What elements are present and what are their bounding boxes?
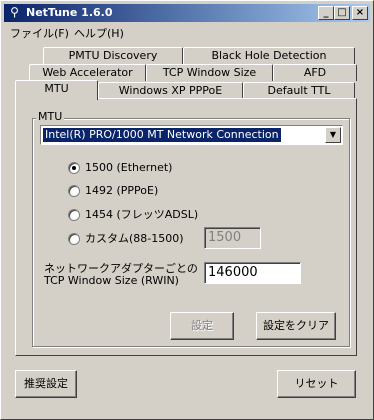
minimize-button[interactable]: _ (318, 6, 334, 20)
adapter-select[interactable]: Intel(R) PRO/1000 MT Network Connection … (40, 125, 343, 145)
menu-help[interactable]: ヘルプ(H) (74, 25, 124, 41)
adapter-selected-value: Intel(R) PRO/1000 MT Network Connection (43, 128, 281, 142)
radio-button[interactable] (68, 209, 80, 221)
mtu-group-label: MTU (36, 110, 65, 123)
tab-pmtu-discovery[interactable]: PMTU Discovery (43, 47, 183, 64)
tab-default-ttl[interactable]: Default TTL (243, 82, 355, 99)
custom-mtu-field[interactable]: 1500 (204, 227, 261, 249)
radio-label: カスタム(88-1500) (85, 232, 184, 245)
tab-black-hole-detection[interactable]: Black Hole Detection (183, 47, 355, 64)
radio-button[interactable] (68, 185, 80, 197)
app-window: ⚲ NetTune 1.6.0 _ □ × ファイル(F) ヘルプ(H) PMT… (0, 0, 374, 420)
radio-label: 1492 (PPPoE) (85, 184, 159, 197)
menu-bar: ファイル(F) ヘルプ(H) (4, 23, 370, 41)
chevron-down-icon[interactable]: ▼ (325, 127, 341, 143)
reset-button[interactable]: リセット (277, 370, 356, 398)
apply-button[interactable]: 設定 (170, 312, 234, 340)
title-bar[interactable]: ⚲ NetTune 1.6.0 _ □ × (4, 4, 370, 22)
maximize-button[interactable]: □ (334, 6, 350, 20)
app-icon: ⚲ (10, 5, 19, 19)
tcp-window-label-line2: TCP Window Size (RWIN) (44, 274, 179, 287)
tab-afd[interactable]: AFD (273, 64, 357, 81)
clear-settings-button[interactable]: 設定をクリア (256, 312, 336, 340)
radio-label: 1454 (フレッツADSL) (85, 208, 199, 221)
window-title: NetTune 1.6.0 (26, 6, 113, 19)
radio-button[interactable] (68, 233, 80, 245)
recommended-settings-button[interactable]: 推奨設定 (15, 370, 77, 398)
tab-panel-mtu: MTU Intel(R) PRO/1000 MT Network Connect… (15, 98, 357, 356)
tcp-window-size-field[interactable]: 146000 (204, 262, 301, 284)
menu-file[interactable]: ファイル(F) (10, 25, 69, 41)
close-button[interactable]: × (352, 6, 368, 20)
tab-web-accelerator[interactable]: Web Accelerator (29, 64, 146, 81)
tab-windows-xp-pppoe[interactable]: Windows XP PPPoE (98, 82, 243, 99)
tab-tcp-window-size[interactable]: TCP Window Size (146, 64, 273, 81)
radio-button[interactable] (68, 162, 80, 174)
tab-mtu[interactable]: MTU (15, 80, 98, 100)
radio-label: 1500 (Ethernet) (85, 161, 173, 174)
